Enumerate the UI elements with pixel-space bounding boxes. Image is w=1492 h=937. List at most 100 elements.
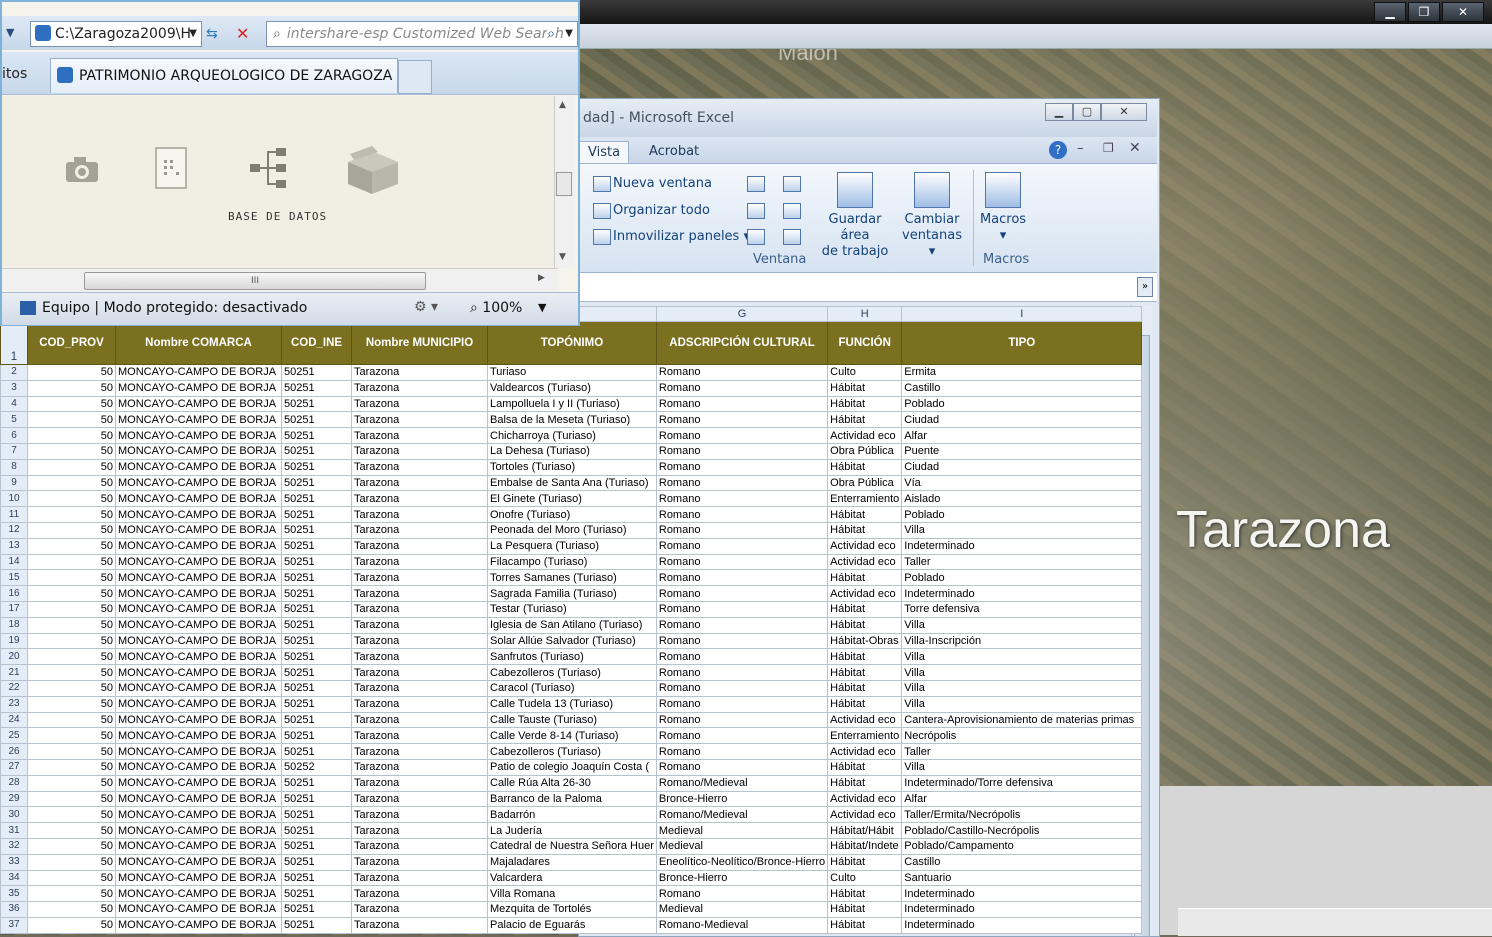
table-cell[interactable]: Romano [655, 600, 829, 618]
table-cell[interactable]: 50 [27, 395, 116, 413]
help-icon[interactable]: ? [1049, 141, 1067, 159]
row-number[interactable]: 5 [0, 411, 28, 429]
table-cell[interactable]: 50 [27, 727, 116, 745]
row-number[interactable]: 9 [0, 474, 28, 492]
table-cell[interactable]: Romano [655, 679, 829, 697]
table-cell[interactable]: MONCAYO-CAMPO DE BORJA [115, 537, 282, 555]
table-cell[interactable]: La Judería [487, 822, 657, 839]
table-cell[interactable]: MONCAYO-CAMPO DE BORJA [115, 632, 282, 650]
table-cell[interactable]: Calle Verde 8-14 (Turiaso) [487, 727, 657, 745]
table-cell[interactable]: Eneolítico-Neolítico/Bronce-Hierro [655, 853, 829, 871]
table-cell[interactable]: MONCAYO-CAMPO DE BORJA [115, 490, 282, 508]
table-cell[interactable]: Indeterminado/Torre defensiva [901, 774, 1143, 792]
table-cell[interactable]: Tarazona [351, 885, 488, 903]
table-cell[interactable]: Romano [655, 569, 829, 587]
table-cell[interactable]: Hábitat/Hábit [827, 822, 903, 839]
table-cell[interactable]: Villa [901, 616, 1143, 634]
table-cell[interactable]: 50251 [281, 695, 352, 713]
table-cell[interactable]: MONCAYO-CAMPO DE BORJA [115, 901, 282, 918]
table-cell[interactable]: Romano [655, 458, 829, 476]
unhide-icon[interactable] [747, 229, 765, 245]
table-cell[interactable]: Hábitat [827, 648, 903, 666]
table-cell[interactable]: Torres Samanes (Turiaso) [487, 569, 657, 587]
table-cell[interactable]: MONCAYO-CAMPO DE BORJA [115, 427, 282, 444]
table-cell[interactable]: Ermita [901, 364, 1143, 381]
table-cell[interactable]: 50 [27, 758, 116, 776]
table-cell[interactable]: Alfar [901, 427, 1143, 444]
table-cell[interactable]: 50 [27, 790, 116, 808]
table-cell[interactable]: Valdearcos (Turiaso) [487, 379, 657, 397]
table-cell[interactable]: 50 [27, 364, 116, 381]
table-cell[interactable]: 50251 [281, 395, 352, 413]
table-cell[interactable]: Tarazona [351, 569, 488, 587]
table-cell[interactable]: Romano [655, 648, 829, 666]
table-cell[interactable]: Romano [655, 506, 829, 523]
spreadsheet-grid[interactable]: G H I 1 COD_PROV Nombre COMARCA COD_INE Nombre … [0, 306, 1143, 934]
table-cell[interactable]: Hábitat [827, 458, 903, 476]
table-cell[interactable]: Tarazona [351, 616, 488, 634]
box-icon[interactable] [344, 144, 402, 196]
row-number[interactable]: 23 [0, 695, 28, 713]
table-cell[interactable]: Tarazona [351, 442, 488, 460]
table-cell[interactable]: Tarazona [351, 901, 488, 918]
search-dropdown-icon[interactable]: ▼ [565, 22, 573, 46]
table-cell[interactable]: 50 [27, 585, 116, 602]
table-cell[interactable]: Castillo [901, 379, 1143, 397]
table-cell[interactable]: 50 [27, 822, 116, 839]
table-cell[interactable]: 50 [27, 632, 116, 650]
table-cell[interactable]: Romano [655, 632, 829, 650]
table-cell[interactable]: Actividad eco [827, 427, 903, 444]
table-cell[interactable]: 50251 [281, 364, 352, 381]
table-cell[interactable]: Romano [655, 885, 829, 903]
table-cell[interactable]: Villa [901, 679, 1143, 697]
table-cell[interactable]: Tarazona [351, 506, 488, 523]
table-cell[interactable]: Actividad eco [827, 553, 903, 571]
row-number[interactable]: 3 [0, 379, 28, 397]
table-cell[interactable]: MONCAYO-CAMPO DE BORJA [115, 616, 282, 634]
table-cell[interactable]: Tarazona [351, 664, 488, 681]
table-cell[interactable]: Tarazona [351, 632, 488, 650]
row-number[interactable]: 21 [0, 664, 28, 681]
table-cell[interactable]: Bronce-Hierro [655, 869, 829, 887]
table-cell[interactable]: Romano [655, 616, 829, 634]
table-cell[interactable]: 50251 [281, 679, 352, 697]
table-cell[interactable]: 50 [27, 427, 116, 444]
table-cell[interactable]: MONCAYO-CAMPO DE BORJA [115, 506, 282, 523]
table-cell[interactable]: Iglesia de San Atilano (Turiaso) [487, 616, 657, 634]
table-cell[interactable]: Cabezolleros (Turiaso) [487, 743, 657, 760]
table-cell[interactable]: 50251 [281, 521, 352, 539]
table-cell[interactable]: 50251 [281, 600, 352, 618]
macros-button[interactable]: Macros ▾ [977, 172, 1029, 244]
table-cell[interactable]: Romano-Medieval [655, 916, 829, 934]
table-cell[interactable]: MONCAYO-CAMPO DE BORJA [115, 853, 282, 871]
table-cell[interactable]: MONCAYO-CAMPO DE BORJA [115, 822, 282, 839]
table-cell[interactable]: Medieval [655, 837, 829, 855]
row-number[interactable]: 11 [0, 506, 28, 523]
table-cell[interactable]: Tortoles (Turiaso) [487, 458, 657, 476]
table-cell[interactable]: MONCAYO-CAMPO DE BORJA [115, 521, 282, 539]
table-cell[interactable]: MONCAYO-CAMPO DE BORJA [115, 727, 282, 745]
table-cell[interactable]: Patio de colegio Joaquín Costa ( [487, 758, 657, 776]
table-cell[interactable]: Indeterminado [901, 537, 1143, 555]
table-cell[interactable]: 50 [27, 837, 116, 855]
table-cell[interactable]: Tarazona [351, 427, 488, 444]
row-number[interactable]: 2 [0, 364, 28, 381]
table-cell[interactable]: Romano [655, 474, 829, 492]
cambiar-ventanas-button[interactable]: Cambiar ventanas ▾ [897, 172, 967, 260]
row-number[interactable]: 27 [0, 758, 28, 776]
table-cell[interactable]: 50 [27, 600, 116, 618]
row-number[interactable]: 6 [0, 427, 28, 444]
table-cell[interactable]: Hábitat [827, 395, 903, 413]
table-cell[interactable]: El Ginete (Turiaso) [487, 490, 657, 508]
table-cell[interactable]: Hábitat [827, 695, 903, 713]
table-cell[interactable]: Ciudad [901, 458, 1143, 476]
table-cell[interactable]: 50 [27, 506, 116, 523]
row-number[interactable]: 17 [0, 600, 28, 618]
table-cell[interactable]: 50 [27, 458, 116, 476]
table-cell[interactable]: 50251 [281, 822, 352, 839]
table-cell[interactable]: MONCAYO-CAMPO DE BORJA [115, 679, 282, 697]
table-cell[interactable]: 50251 [281, 474, 352, 492]
tab-patrimonio[interactable]: PATRIMONIO ARQUEOLOGICO DE ZARAGOZA [50, 58, 398, 93]
row-number[interactable]: 12 [0, 521, 28, 539]
table-cell[interactable]: MONCAYO-CAMPO DE BORJA [115, 743, 282, 760]
